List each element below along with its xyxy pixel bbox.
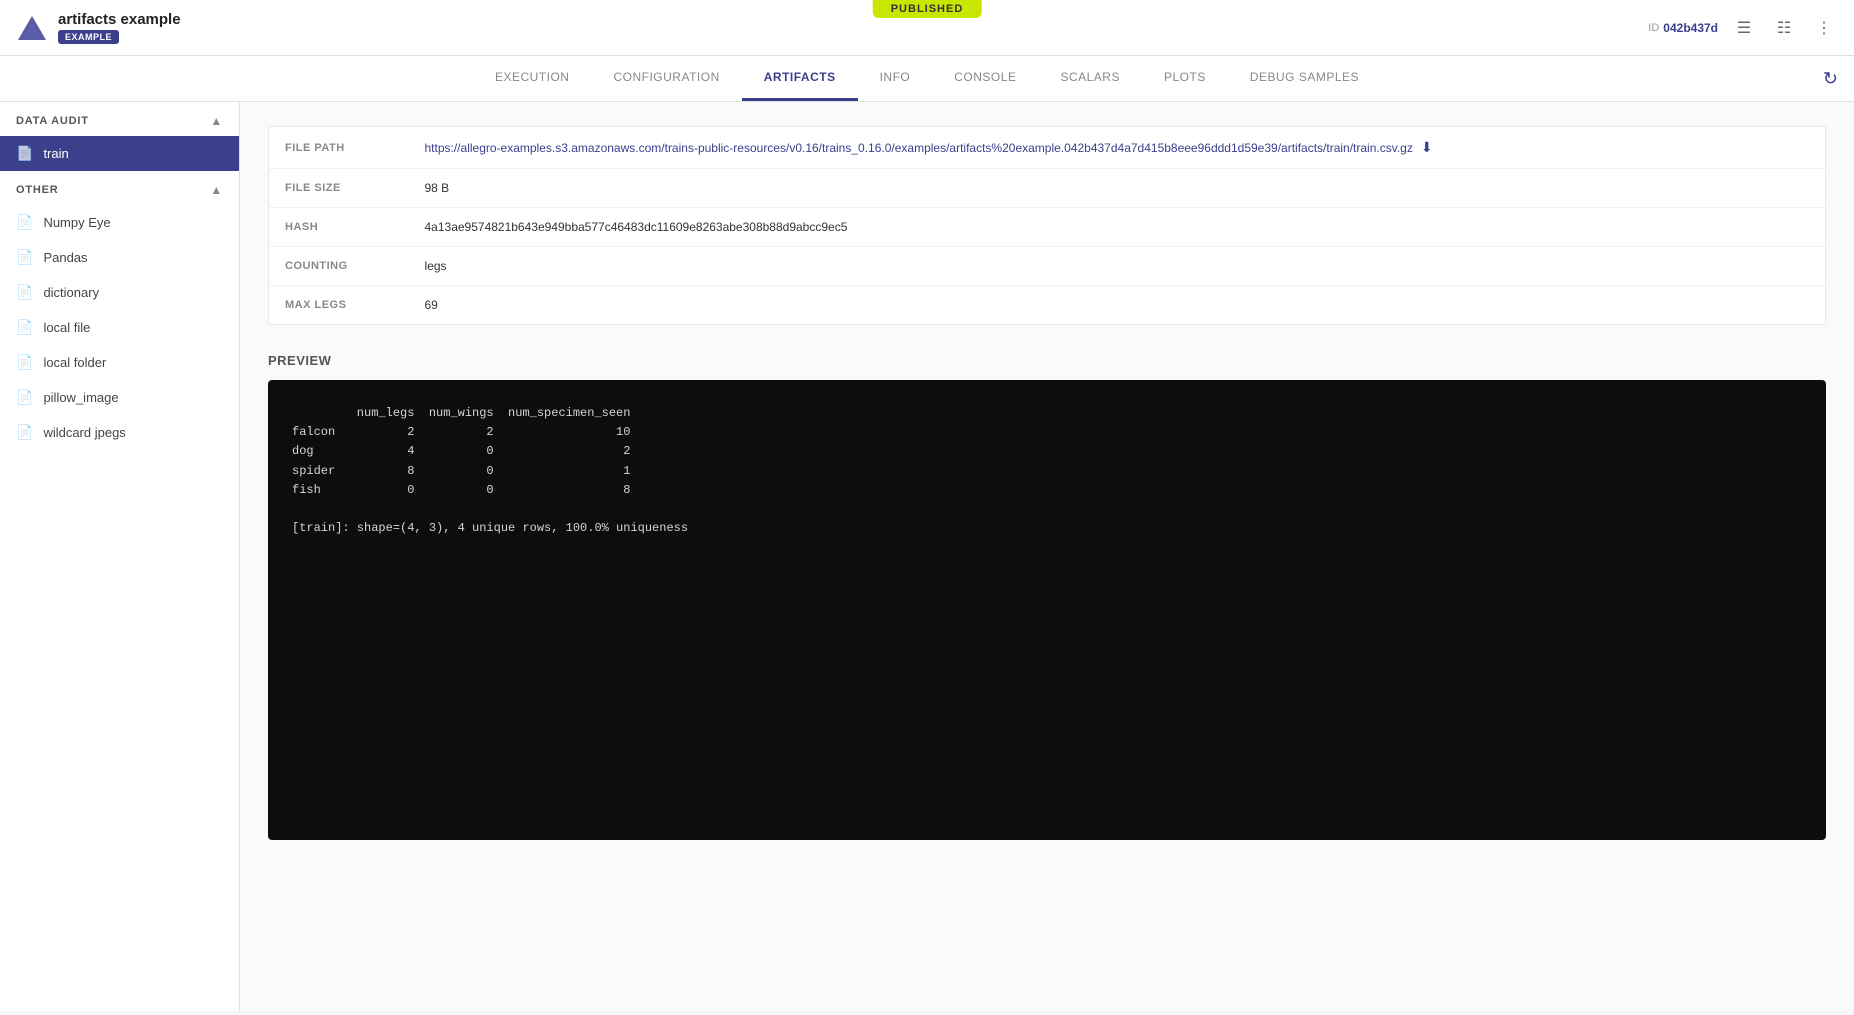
sidebar-section-other: OTHER ▲ xyxy=(0,171,239,205)
max-legs-value: 69 xyxy=(409,286,1826,325)
counting-value: legs xyxy=(409,247,1826,286)
file-icon-train: 📄 xyxy=(16,145,33,162)
nav-tabs: EXECUTION CONFIGURATION ARTIFACTS INFO C… xyxy=(0,56,1854,102)
sidebar-section-data-audit: DATA AUDIT ▲ xyxy=(0,102,239,136)
sidebar-item-dictionary-label: dictionary xyxy=(43,285,99,300)
data-audit-chevron[interactable]: ▲ xyxy=(210,114,223,128)
tab-info[interactable]: INFO xyxy=(858,56,933,101)
sidebar-item-local-folder[interactable]: 📄 local folder xyxy=(0,345,239,380)
sidebar-item-local-file-label: local file xyxy=(43,320,90,335)
sidebar-item-local-file[interactable]: 📄 local file xyxy=(0,310,239,345)
counting-label: COUNTING xyxy=(269,247,409,286)
app-title: artifacts example xyxy=(58,11,181,28)
preview-code: num_legs num_wings num_specimen_seen fal… xyxy=(268,380,1826,840)
sidebar-item-pillow-image-label: pillow_image xyxy=(43,390,118,405)
logo-icon xyxy=(16,12,48,44)
main-layout: DATA AUDIT ▲ 📄 train OTHER ▲ 📄 Numpy Eye… xyxy=(0,102,1854,1011)
top-bar: artifacts example EXAMPLE PUBLISHED ID 0… xyxy=(0,0,1854,56)
file-path-link[interactable]: https://allegro-examples.s3.amazonaws.co… xyxy=(425,141,1413,155)
file-icon-dictionary: 📄 xyxy=(16,284,33,301)
file-path-cell: https://allegro-examples.s3.amazonaws.co… xyxy=(409,127,1826,169)
artifact-table: FILE PATH https://allegro-examples.s3.am… xyxy=(268,126,1826,325)
tab-console[interactable]: CONSOLE xyxy=(932,56,1038,101)
sidebar-item-train[interactable]: 📄 train xyxy=(0,136,239,171)
sidebar-item-pandas-label: Pandas xyxy=(43,250,87,265)
file-icon-pillow-image: 📄 xyxy=(16,389,33,406)
preview-label: PREVIEW xyxy=(268,353,1826,368)
example-badge: EXAMPLE xyxy=(58,30,119,44)
data-audit-label: DATA AUDIT xyxy=(16,115,89,127)
sidebar-item-numpy-eye[interactable]: 📄 Numpy Eye xyxy=(0,205,239,240)
file-icon-local-file: 📄 xyxy=(16,319,33,336)
artifact-row-filepath: FILE PATH https://allegro-examples.s3.am… xyxy=(269,127,1826,169)
artifact-row-hash: HASH 4a13ae9574821b643e949bba577c46483dc… xyxy=(269,208,1826,247)
id-label: ID xyxy=(1648,22,1659,34)
other-label: OTHER xyxy=(16,184,59,196)
layout-icon[interactable]: ☷ xyxy=(1770,14,1798,42)
content-area: FILE PATH https://allegro-examples.s3.am… xyxy=(240,102,1854,1011)
sidebar-item-pandas[interactable]: 📄 Pandas xyxy=(0,240,239,275)
sidebar-item-dictionary[interactable]: 📄 dictionary xyxy=(0,275,239,310)
published-badge: PUBLISHED xyxy=(873,0,982,18)
artifact-row-filesize: FILE SIZE 98 B xyxy=(269,169,1826,208)
tab-plots[interactable]: PLOTS xyxy=(1142,56,1228,101)
sidebar-item-wildcard-jpegs-label: wildcard jpegs xyxy=(43,425,125,440)
file-size-label: FILE SIZE xyxy=(269,169,409,208)
menu-icon[interactable]: ⋮ xyxy=(1810,14,1838,42)
file-size-value: 98 B xyxy=(409,169,1826,208)
logo-area: artifacts example EXAMPLE xyxy=(16,11,181,44)
sidebar-item-train-label: train xyxy=(43,146,68,161)
file-icon-pandas: 📄 xyxy=(16,249,33,266)
preview-section: PREVIEW num_legs num_wings num_specimen_… xyxy=(268,353,1826,840)
sidebar-item-wildcard-jpegs[interactable]: 📄 wildcard jpegs xyxy=(0,415,239,450)
max-legs-label: MAX LEGS xyxy=(269,286,409,325)
tab-configuration[interactable]: CONFIGURATION xyxy=(591,56,741,101)
top-right-actions: ID 042b437d ☰ ☷ ⋮ xyxy=(1648,14,1838,42)
sidebar-item-pillow-image[interactable]: 📄 pillow_image xyxy=(0,380,239,415)
tab-artifacts[interactable]: ARTIFACTS xyxy=(742,56,858,101)
hash-value: 4a13ae9574821b643e949bba577c46483dc11609… xyxy=(409,208,1826,247)
other-chevron[interactable]: ▲ xyxy=(210,183,223,197)
app-title-area: artifacts example EXAMPLE xyxy=(58,11,181,44)
sidebar: DATA AUDIT ▲ 📄 train OTHER ▲ 📄 Numpy Eye… xyxy=(0,102,240,1011)
artifact-row-max-legs: MAX LEGS 69 xyxy=(269,286,1826,325)
sidebar-item-local-folder-label: local folder xyxy=(43,355,106,370)
hash-label: HASH xyxy=(269,208,409,247)
file-path-label: FILE PATH xyxy=(269,127,409,169)
sidebar-item-numpy-eye-label: Numpy Eye xyxy=(43,215,110,230)
file-icon-numpy-eye: 📄 xyxy=(16,214,33,231)
tab-scalars[interactable]: SCALARS xyxy=(1038,56,1142,101)
tab-execution[interactable]: EXECUTION xyxy=(473,56,592,101)
file-icon-local-folder: 📄 xyxy=(16,354,33,371)
id-value: 042b437d xyxy=(1663,21,1718,35)
tab-debug-samples[interactable]: DEBUG SAMPLES xyxy=(1228,56,1381,101)
notes-icon[interactable]: ☰ xyxy=(1730,14,1758,42)
refresh-icon[interactable]: ↻ xyxy=(1823,68,1838,89)
file-icon-wildcard-jpegs: 📄 xyxy=(16,424,33,441)
task-id: ID 042b437d xyxy=(1648,21,1718,35)
download-icon[interactable]: ⬇ xyxy=(1421,139,1433,156)
artifact-row-counting: COUNTING legs xyxy=(269,247,1826,286)
